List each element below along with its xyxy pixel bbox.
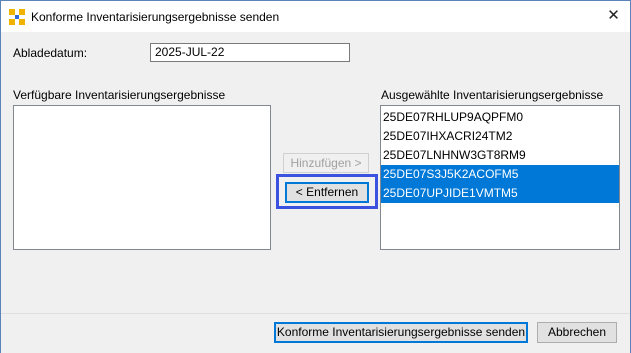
list-item[interactable]: 25DE07S3J5K2ACOFM5	[381, 165, 619, 184]
available-list-label: Verfügbare Inventarisierungsergebnisse	[13, 88, 226, 102]
selected-list-label: Ausgewählte Inventarisierungsergebnisse	[381, 88, 604, 102]
title-bar: Konforme Inventarisierungsergebnisse sen…	[1, 1, 630, 32]
date-label: Abladedatum:	[13, 46, 88, 60]
button-bar: Konforme Inventarisierungsergebnisse sen…	[1, 313, 630, 353]
list-item[interactable]: 25DE07LNHNW3GT8RM9	[381, 146, 619, 165]
remove-button[interactable]: < Entfernen	[285, 182, 369, 203]
send-button[interactable]: Konforme Inventarisierungsergebnisse sen…	[274, 322, 528, 343]
window-title: Konforme Inventarisierungsergebnisse sen…	[31, 10, 280, 24]
add-button[interactable]: Hinzufügen >	[283, 153, 369, 173]
app-icon	[9, 9, 25, 25]
selected-listbox[interactable]: 25DE07RHLUP9AQPFM0 25DE07IHXACRI24TM2 25…	[380, 105, 620, 250]
list-item[interactable]: 25DE07IHXACRI24TM2	[381, 127, 619, 146]
dialog-window: Konforme Inventarisierungsergebnisse sen…	[0, 0, 631, 353]
date-field[interactable]: 2025-JUL-22	[150, 43, 350, 62]
cancel-button[interactable]: Abbrechen	[537, 322, 617, 343]
available-listbox[interactable]	[13, 105, 271, 250]
close-icon[interactable]: ✕	[598, 1, 629, 31]
list-item[interactable]: 25DE07RHLUP9AQPFM0	[381, 108, 619, 127]
list-item[interactable]: 25DE07UPJIDE1VMTM5	[381, 184, 619, 203]
